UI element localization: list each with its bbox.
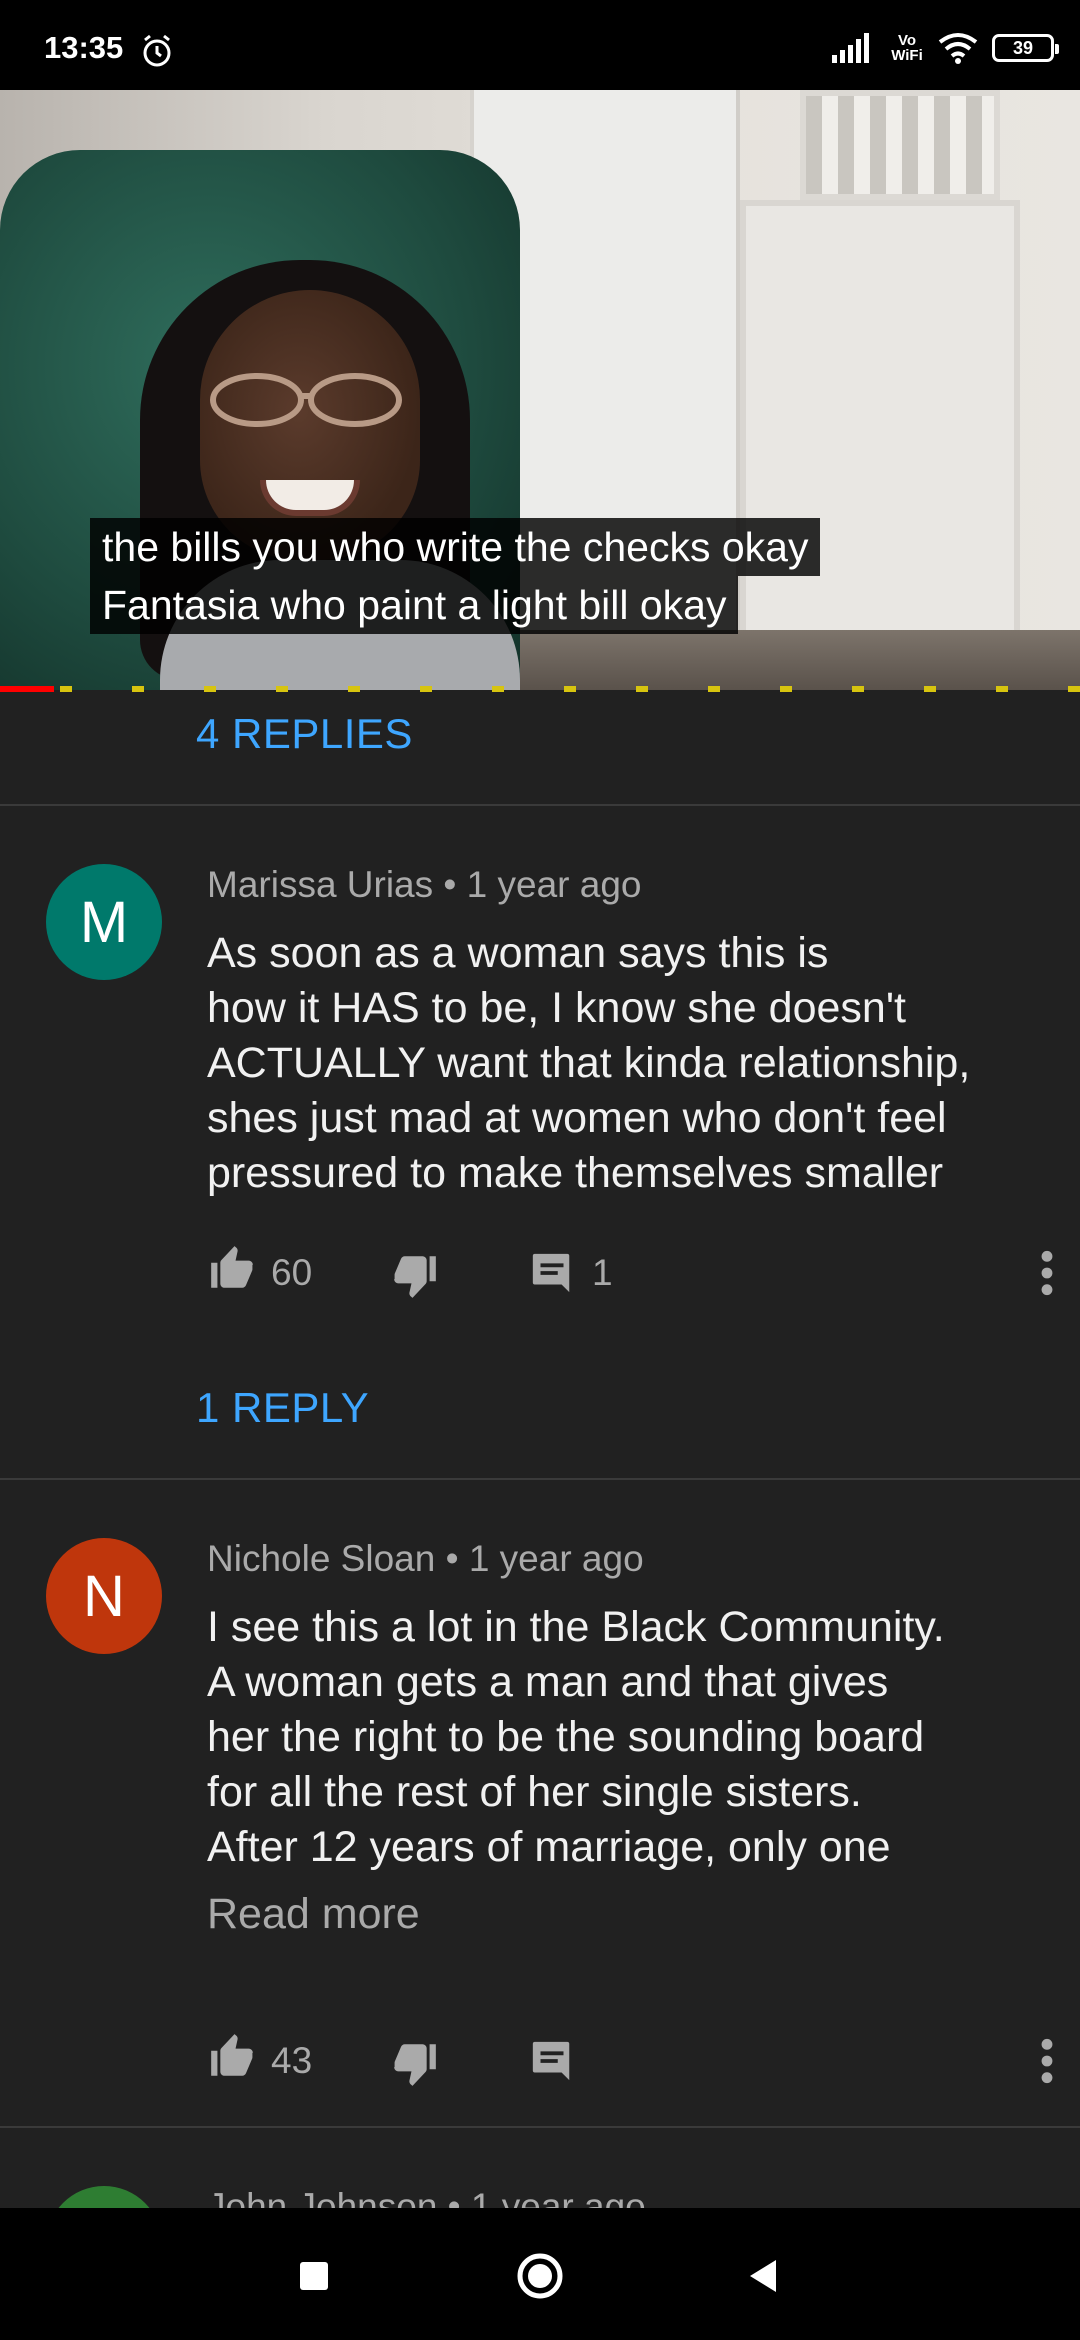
more-options-icon[interactable] [1037,1248,1057,1298]
dislike-icon[interactable] [390,2038,440,2088]
comment-meta: Nichole Sloan • 1 year ago [207,1538,644,1579]
status-bar: 13:35 Vo WiFi 39 [0,0,1080,90]
system-navigation-bar [0,2208,1080,2340]
recents-icon[interactable] [286,2248,342,2304]
view-replies-link[interactable]: 1 REPLY [196,1384,369,1432]
like-count: 60 [271,1252,313,1293]
signal-icon [832,33,869,63]
wifi-icon [938,33,978,64]
status-icons: Vo WiFi 39 [832,28,1059,68]
divider [0,804,1080,806]
comment-text: As soon as a woman says this is how it H… [207,929,971,1197]
caption-line: Fantasia who paint a light bill okay [90,576,739,634]
divider [0,1478,1080,1480]
reply-icon[interactable] [529,1250,575,1296]
comment-actions: 43 [207,2032,1057,2092]
like-count: 43 [271,2040,313,2081]
video-progress-played [0,686,54,692]
video-player[interactable]: the bills you who write the checks okay … [0,90,1080,690]
home-icon[interactable] [512,2248,568,2304]
reply-count: 1 [592,1252,613,1293]
alarm-icon [143,34,171,67]
video-progress-bar[interactable] [0,686,1080,692]
like-icon[interactable] [207,1244,257,1294]
avatar[interactable]: N [46,1538,162,1654]
read-more-link[interactable]: Read more [207,1890,420,1939]
vowifi-label: Vo WiFi [891,32,923,64]
more-options-icon[interactable] [1037,2036,1057,2086]
comment-meta: Marissa Urias • 1 year ago [207,864,642,905]
avatar[interactable]: M [46,864,162,980]
back-icon[interactable] [736,2248,792,2304]
divider [0,2126,1080,2128]
dislike-icon[interactable] [390,1250,440,1300]
status-time: 13:35 [44,30,124,65]
caption-line: the bills you who write the checks okay [90,518,821,576]
video-captions: the bills you who write the checks okay … [90,518,821,634]
like-icon[interactable] [207,2032,257,2082]
reply-icon[interactable] [529,2038,575,2084]
comment-text: I see this a lot in the Black Community.… [207,1603,945,1871]
view-replies-link[interactable]: 4 REPLIES [196,710,413,758]
comment-actions: 60 1 [207,1244,1057,1304]
battery-indicator: 39 [992,34,1059,62]
